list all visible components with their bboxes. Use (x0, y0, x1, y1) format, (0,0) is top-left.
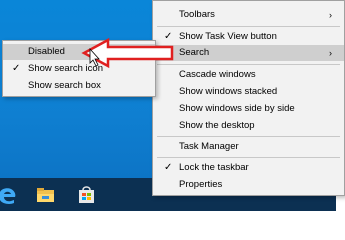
search-submenu: Disabled ✓ Show search icon Show search … (2, 40, 156, 97)
menu-item-label: Lock the taskbar (179, 162, 249, 173)
menu-item-label: Task Manager (179, 141, 239, 152)
menu-item-task-manager[interactable]: Task Manager (153, 139, 344, 155)
menu-item-label: Disabled (28, 46, 65, 57)
menu-item-label: Show windows side by side (179, 103, 295, 114)
chevron-right-icon: › (329, 48, 332, 58)
menu-item-show-task-view[interactable]: ✓ Show Task View button (153, 29, 344, 45)
store-icon[interactable] (76, 185, 98, 205)
checkmark-icon: ✓ (164, 31, 173, 42)
edge-icon[interactable] (0, 185, 18, 205)
menu-item-show-windows-stacked[interactable]: Show windows stacked (153, 84, 344, 100)
file-explorer-icon[interactable] (35, 185, 57, 205)
menu-item-cascade-windows[interactable]: Cascade windows (153, 67, 344, 83)
menu-item-label: Cascade windows (179, 69, 256, 80)
menu-item-label: Show the desktop (179, 120, 255, 131)
menu-item-label: Search (179, 47, 210, 58)
menu-separator (157, 26, 340, 27)
chevron-right-icon: › (329, 10, 332, 20)
submenu-item-show-search-box[interactable]: Show search box (3, 78, 155, 94)
menu-item-label: Show search icon (28, 63, 103, 74)
menu-item-label: Show search box (28, 80, 101, 91)
menu-item-label: Show Task View button (179, 31, 277, 42)
taskbar-context-menu: Toolbars › ✓ Show Task View button Searc… (152, 0, 345, 196)
submenu-item-disabled[interactable]: Disabled (3, 44, 155, 60)
menu-separator (157, 136, 340, 137)
checkmark-icon: ✓ (164, 162, 173, 173)
menu-item-label: Show windows stacked (179, 86, 278, 97)
checkmark-icon: ✓ (12, 63, 21, 74)
menu-item-properties[interactable]: Properties (153, 177, 344, 193)
menu-item-search[interactable]: Search › (153, 45, 344, 61)
menu-item-lock-the-taskbar[interactable]: ✓ Lock the taskbar (153, 160, 344, 176)
menu-item-label: Properties (179, 179, 223, 190)
submenu-item-show-search-icon[interactable]: ✓ Show search icon (3, 61, 155, 77)
menu-item-show-the-desktop[interactable]: Show the desktop (153, 118, 344, 134)
menu-item-toolbars[interactable]: Toolbars › (153, 7, 344, 23)
menu-separator (157, 157, 340, 158)
menu-item-label: Toolbars (179, 9, 215, 20)
menu-separator (157, 64, 340, 65)
menu-item-show-windows-side-by-side[interactable]: Show windows side by side (153, 101, 344, 117)
